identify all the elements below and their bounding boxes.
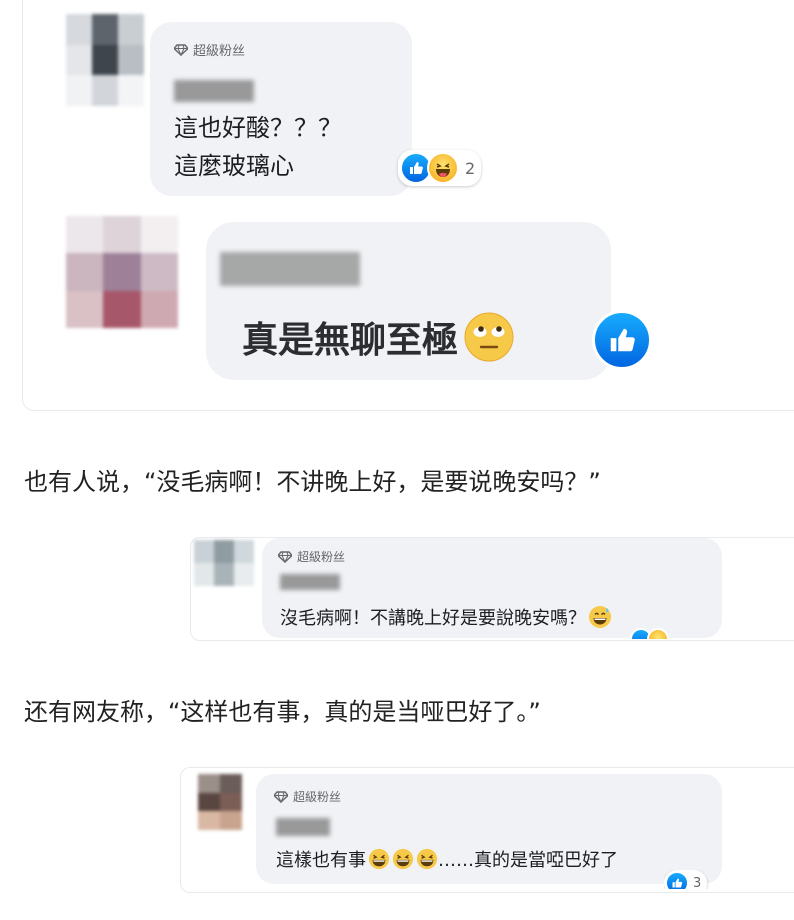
top-fan-badge: 超級粉丝 xyxy=(174,40,245,59)
author-name-blurred xyxy=(174,80,254,102)
comment-text-line: 這也好酸？？？ xyxy=(174,114,342,142)
comment-text: 真是無聊至極 xyxy=(242,310,516,364)
comment-bubble: 真是無聊至極 xyxy=(206,222,611,380)
top-fan-badge: 超級粉丝 xyxy=(278,548,345,565)
author-name-blurred xyxy=(276,818,330,836)
haha-icon xyxy=(427,152,459,184)
comment-text-label: 這樣也有事 xyxy=(276,850,366,871)
avatar-pixelated xyxy=(194,540,254,586)
avatar-pixelated xyxy=(66,216,178,328)
badge-label: 超級粉丝 xyxy=(193,44,246,59)
comment-bubble: 超級粉丝 這也好酸？？？ 這麼玻璃心 xyxy=(150,22,412,196)
article-paragraph: 还有网友称，“这样也有事，真的是当哑巴好了。” xyxy=(24,698,541,726)
rolling-eyes-emoji xyxy=(464,312,514,362)
like-icon[interactable] xyxy=(592,310,652,370)
laughing-emoji xyxy=(416,848,438,870)
avatar-pixelated xyxy=(66,14,144,106)
comment-text-label: 沒毛病啊！不講晚上好是要說晚安嗎？ xyxy=(280,608,586,629)
badge-label: 超級粉丝 xyxy=(297,550,346,564)
badge-label: 超級粉丝 xyxy=(293,790,342,804)
grinning-sweat-emoji xyxy=(589,606,611,628)
laughing-emoji xyxy=(392,848,414,870)
reaction-count: 3 xyxy=(693,875,702,890)
author-name-blurred xyxy=(280,574,340,590)
comment-text-line: 這麼玻璃心 xyxy=(174,152,294,180)
comment-bubble: 超級粉丝 沒毛病啊！不講晚上好是要說晚安嗎？ xyxy=(262,538,722,638)
comment-text-label: 真是無聊至極 xyxy=(242,320,459,361)
diamond-icon xyxy=(174,43,188,56)
reaction-count: 2 xyxy=(465,158,476,178)
reaction-summary-cropped xyxy=(630,626,720,639)
laughing-emoji xyxy=(368,848,390,870)
top-fan-badge: 超級粉丝 xyxy=(274,788,341,805)
comment-text: 這樣也有事 ……真的是當啞巴好了 xyxy=(276,846,618,872)
avatar-pixelated xyxy=(198,774,242,830)
author-name-blurred xyxy=(220,252,360,286)
diamond-icon xyxy=(278,550,292,563)
comment-text: 沒毛病啊！不講晚上好是要說晚安嗎？ xyxy=(280,604,612,630)
diamond-icon xyxy=(274,790,288,803)
reaction-summary-cropped: 3 xyxy=(664,870,734,889)
comment-text-label: ……真的是當啞巴好了 xyxy=(438,850,618,871)
comment-bubble: 超級粉丝 這樣也有事 ……真的是當啞巴好了 xyxy=(256,774,722,884)
article-paragraph: 也有人说，“没毛病啊！不讲晚上好，是要说晚安吗？” xyxy=(24,468,601,496)
reaction-summary[interactable]: 2 xyxy=(398,150,482,186)
